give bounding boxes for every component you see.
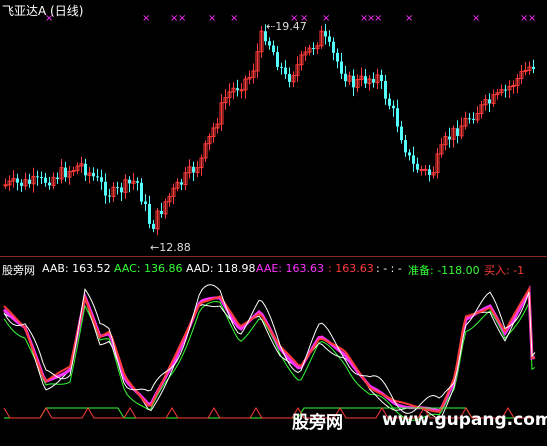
candle-body xyxy=(40,177,43,179)
candle-body xyxy=(148,203,151,224)
candle-body xyxy=(344,73,347,82)
signal-marker: × xyxy=(142,13,150,24)
candle-body xyxy=(372,78,375,83)
signal-marker: × xyxy=(322,13,330,24)
signal-marker: × xyxy=(208,13,216,24)
candle-body xyxy=(160,210,163,214)
signal-marker: × xyxy=(405,13,413,24)
candle-body xyxy=(276,52,279,67)
high-price-label: ⇠19.47 xyxy=(266,20,307,33)
candle-body xyxy=(419,168,424,171)
stock-title: 飞亚达A (日线) xyxy=(2,4,84,18)
candle-body xyxy=(120,187,123,193)
panel-divider xyxy=(0,256,547,257)
candle-body xyxy=(456,128,459,136)
candle-body xyxy=(336,52,339,62)
candle-body xyxy=(128,179,131,184)
candle-body xyxy=(364,76,367,84)
candle-body xyxy=(288,74,291,82)
candle-body xyxy=(396,108,399,127)
candle-body xyxy=(92,172,95,177)
signal-marker: × xyxy=(230,13,238,24)
signal-marker: × xyxy=(472,13,480,24)
candle-body xyxy=(152,223,155,229)
candle-body xyxy=(104,181,107,196)
candle-body xyxy=(239,89,244,92)
price-chart-panel[interactable]: × × × × × × × × × × × × × × × × 飞亚达A (日线) ⇠19.47 ←12.88 xyxy=(0,0,547,255)
candle-body xyxy=(400,126,403,141)
candle-body xyxy=(392,105,395,109)
candle-body xyxy=(428,169,431,175)
candle-body xyxy=(192,166,195,173)
candle-body xyxy=(312,48,315,50)
candle-body xyxy=(64,167,67,178)
candle-body xyxy=(280,66,283,68)
candle-body xyxy=(268,41,271,46)
signal-marker: × xyxy=(178,13,186,24)
candle-body xyxy=(504,89,507,91)
candle-body xyxy=(20,182,23,186)
candle-body xyxy=(108,195,111,197)
candle-body xyxy=(28,179,31,184)
candle-body xyxy=(352,75,355,88)
candle-body xyxy=(488,99,491,104)
watermark-url: www.gupang.com xyxy=(382,410,547,430)
candle-body xyxy=(284,67,287,75)
candle-body xyxy=(140,182,143,202)
candle-body xyxy=(236,88,239,91)
candle-body xyxy=(448,136,451,140)
candle-body xyxy=(324,31,327,37)
candle-body xyxy=(384,80,387,99)
candle-body xyxy=(100,177,103,182)
candle-body xyxy=(412,155,415,164)
candle-body xyxy=(340,61,343,74)
candle-body xyxy=(332,41,335,53)
red-line xyxy=(3,285,536,413)
candle-body xyxy=(44,177,47,183)
candle-body xyxy=(136,181,139,183)
candle-body xyxy=(84,163,87,176)
low-price-label: ←12.88 xyxy=(150,241,191,254)
signal-marker: × xyxy=(528,13,536,24)
candle-body xyxy=(96,176,99,178)
candle-body xyxy=(532,66,535,69)
candle-body xyxy=(3,184,8,187)
signal-marker: × xyxy=(374,13,382,24)
candle-body xyxy=(416,163,419,170)
candle-body xyxy=(116,187,119,189)
candle-body xyxy=(328,36,331,42)
candle-body xyxy=(272,45,275,53)
candle-body xyxy=(180,182,183,185)
candle-body xyxy=(404,140,407,153)
candle-body xyxy=(408,152,411,156)
candle-body xyxy=(472,118,475,120)
candle-body xyxy=(468,118,471,120)
candle-body xyxy=(48,182,51,186)
candle-body xyxy=(388,98,391,106)
aac-line xyxy=(3,301,536,421)
candle-body xyxy=(36,176,39,178)
candle-body xyxy=(144,201,147,204)
watermark-text: 股旁网 xyxy=(292,413,343,433)
candle-body xyxy=(56,177,59,180)
candle-body xyxy=(423,168,428,171)
candlestick-chart: × × × × × × × × × ××× × × × × xyxy=(3,13,536,236)
candle-body xyxy=(380,74,383,81)
candle-body xyxy=(16,178,19,183)
